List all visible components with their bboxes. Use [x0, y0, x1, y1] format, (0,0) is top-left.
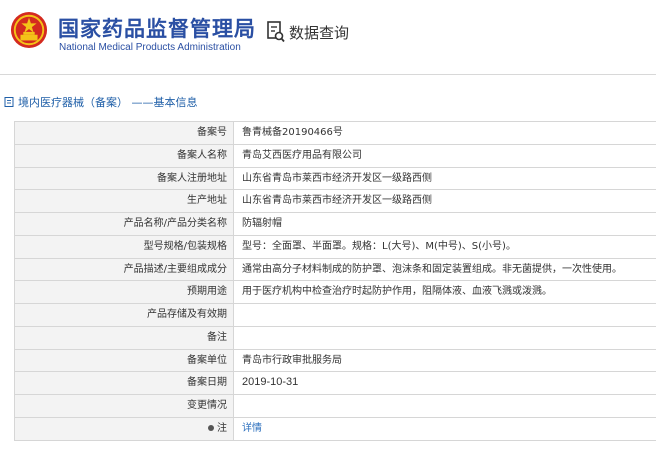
table-row: 产品名称/产品分类名称 防辐射帽 — [14, 213, 656, 236]
bullet-icon — [208, 424, 214, 431]
info-table: 备案号 鲁青械备20190466号 备案人名称 青岛艾西医疗用品有限公司 备案人… — [14, 121, 656, 441]
row-value: 鲁青械备20190466号 — [242, 127, 343, 138]
breadcrumb: 境内医疗器械（备案） ——基本信息 — [4, 94, 198, 110]
note-label: 注 — [217, 422, 227, 434]
org-name-cn: 国家药品监督管理局 — [58, 17, 256, 41]
row-value: 通常由高分子材料制成的防护罩、泡沫条和固定装置组成。非无菌提供，一次性使用。 — [242, 263, 622, 275]
table-row: 备案单位 青岛市行政审批服务局 — [14, 349, 656, 373]
table-row: 备注 — [14, 326, 656, 350]
row-label: 备案人名称 — [14, 144, 234, 167]
row-value — [234, 395, 656, 417]
row-label: 备注 — [14, 326, 234, 349]
row-label: 备案人注册地址 — [14, 167, 234, 190]
table-row: 预期用途 用于医疗机构中检查治疗时起防护作用，阻隔体液、血液飞溅或泼溅。 — [14, 281, 656, 304]
row-value: 青岛艾西医疗用品有限公司 — [242, 149, 362, 161]
document-icon — [4, 97, 14, 107]
org-name-en: National Medical Products Administration — [59, 42, 241, 53]
row-value: 详情 — [234, 418, 656, 440]
row-value: 山东省青岛市莱西市经济开发区一级路西侧 — [242, 195, 432, 207]
table-row: 备案号 鲁青械备20190466号 — [14, 122, 656, 145]
row-value — [234, 327, 656, 349]
data-query-label: 数据查询 — [289, 23, 350, 42]
document-search-icon — [267, 21, 285, 43]
table-row: 备案人注册地址 山东省青岛市莱西市经济开发区一级路西侧 — [14, 167, 656, 191]
row-value: 山东省青岛市莱西市经济开发区一级路西侧 — [242, 172, 432, 184]
details-link[interactable]: 详情 — [242, 423, 262, 434]
row-value: 用于医疗机构中检查治疗时起防护作用，阻隔体液、血液飞溅或泼溅。 — [242, 286, 552, 298]
row-label: 型号规格/包装规格 — [14, 235, 234, 258]
row-label: 备案号 — [14, 122, 234, 144]
row-label: 产品描述/主要组成成分 — [14, 258, 234, 281]
row-label: 注 — [14, 417, 234, 440]
row-label: 变更情况 — [14, 395, 234, 417]
row-label: 预期用途 — [14, 281, 234, 303]
breadcrumb-text: 境内医疗器械（备案） ——基本信息 — [18, 96, 198, 109]
row-value: 青岛市行政审批服务局 — [242, 354, 342, 366]
table-row: 生产地址 山东省青岛市莱西市经济开发区一级路西侧 — [14, 190, 656, 213]
row-value: 防辐射帽 — [242, 218, 282, 229]
date-value: 2019-10-31 — [242, 376, 299, 389]
table-row: 变更情况 — [14, 395, 656, 418]
row-label: 备案单位 — [14, 349, 234, 372]
header-divider — [0, 74, 656, 75]
table-row: 注 详情 — [14, 417, 656, 441]
row-value — [234, 304, 656, 326]
table-row: 备案人名称 青岛艾西医疗用品有限公司 — [14, 144, 656, 168]
row-value: 型号：全面罩、半面罩。规格：L(大号)、M(中号)、S(小号)。 — [242, 240, 516, 252]
table-row: 型号规格/包装规格 型号：全面罩、半面罩。规格：L(大号)、M(中号)、S(小号… — [14, 235, 656, 259]
table-row: 备案日期 2019-10-31 — [14, 372, 656, 395]
table-row: 产品描述/主要组成成分 通常由高分子材料制成的防护罩、泡沫条和固定装置组成。非无… — [14, 258, 656, 282]
row-label: 产品存储及有效期 — [14, 304, 234, 326]
table-row: 产品存储及有效期 — [14, 304, 656, 327]
row-value: 2019-10-31 — [234, 372, 656, 394]
national-emblem-icon — [10, 11, 48, 49]
row-label: 生产地址 — [14, 190, 234, 212]
row-label: 产品名称/产品分类名称 — [14, 213, 234, 235]
site-header: 国家药品监督管理局 National Medical Products Admi… — [0, 0, 656, 68]
data-query-link[interactable]: 数据查询 — [267, 21, 349, 43]
row-label: 备案日期 — [14, 372, 234, 394]
